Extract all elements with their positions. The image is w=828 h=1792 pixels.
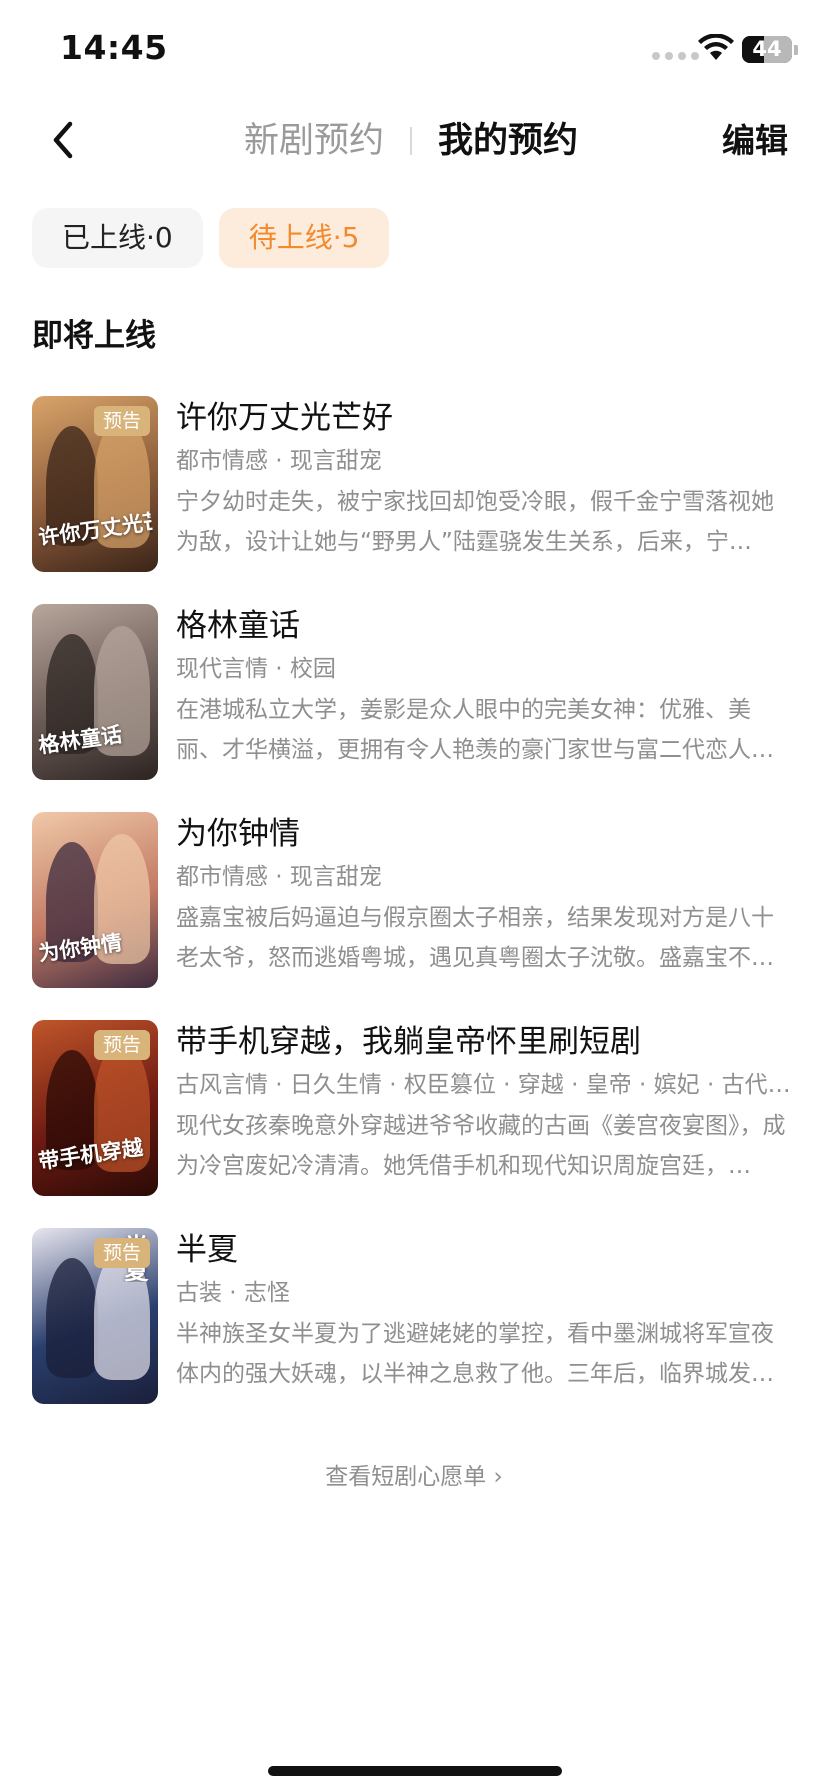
wishlist-link[interactable]: 查看短剧心愿单 › bbox=[0, 1460, 828, 1494]
drama-description: 现代女孩秦晚意外穿越进爷爷收藏的古画《姜宫夜宴图》，成为冷宫废妃冷清清。她凭借手… bbox=[176, 1113, 786, 1179]
drama-info: 半夏 古装 · 志怪 半神族圣女半夏为了逃避姥姥的掌控，看中墨渊城将军宣夜体内的… bbox=[176, 1228, 796, 1394]
home-indicator bbox=[268, 1766, 562, 1776]
drama-description: 盛嘉宝被后妈逼迫与假京圈太子相亲，结果发现对方是八十老太爷，怒而逃婚粤城，遇见真… bbox=[176, 905, 774, 971]
battery-tip bbox=[794, 45, 798, 55]
drama-tags: 古装 · 志怪 bbox=[176, 1280, 290, 1306]
drama-title: 带手机穿越，我躺皇帝怀里刷短剧 bbox=[176, 1024, 641, 1060]
nav-tabs: 新剧预约 我的预约 bbox=[244, 118, 578, 164]
tab-my-reservations[interactable]: 我的预约 bbox=[438, 118, 578, 164]
drama-poster: 半夏 预告 bbox=[32, 1228, 158, 1404]
drama-poster: 许你万丈光芒好 预告 bbox=[32, 396, 158, 572]
battery-level: 44 bbox=[752, 37, 782, 61]
drama-list: 许你万丈光芒好 预告 许你万丈光芒好 都市情感 · 现言甜宠 宁夕幼时走失，被宁… bbox=[32, 396, 796, 1436]
drama-item[interactable]: 为你钟情 为你钟情 都市情感 · 现言甜宠 盛嘉宝被后妈逼迫与假京圈太子相亲，结… bbox=[32, 812, 796, 1020]
drama-tags: 都市情感 · 现言甜宠 bbox=[176, 864, 382, 890]
drama-item[interactable]: 许你万丈光芒好 预告 许你万丈光芒好 都市情感 · 现言甜宠 宁夕幼时走失，被宁… bbox=[32, 396, 796, 604]
section-title: 即将上线 bbox=[32, 318, 156, 354]
drama-item[interactable]: 格林童话 格林童话 现代言情 · 校园 在港城私立大学，姜影是众人眼中的完美女神… bbox=[32, 604, 796, 812]
tab-new-dramas[interactable]: 新剧预约 bbox=[244, 118, 384, 164]
drama-poster: 带手机穿越 预告 bbox=[32, 1020, 158, 1196]
filter-chips: 已上线·0 待上线·5 bbox=[32, 208, 390, 268]
wifi-icon bbox=[698, 34, 734, 60]
filter-online[interactable]: 已上线·0 bbox=[32, 208, 203, 268]
drama-description: 宁夕幼时走失，被宁家找回却饱受冷眼，假千金宁雪落视她为敌，设计让她与“野男人”陆… bbox=[176, 489, 774, 555]
status-bar: 14:45 44 bbox=[0, 0, 828, 100]
drama-info: 为你钟情 都市情感 · 现言甜宠 盛嘉宝被后妈逼迫与假京圈太子相亲，结果发现对方… bbox=[176, 812, 796, 978]
chevron-left-icon bbox=[53, 121, 73, 159]
drama-tags: 现代言情 · 校园 bbox=[176, 656, 336, 682]
drama-poster: 为你钟情 bbox=[32, 812, 158, 988]
drama-title: 半夏 bbox=[176, 1232, 238, 1268]
trailer-badge: 预告 bbox=[93, 1030, 150, 1060]
drama-item[interactable]: 带手机穿越 预告 带手机穿越，我躺皇帝怀里刷短剧 古风言情 · 日久生情 · 权… bbox=[32, 1020, 796, 1228]
drama-title: 格林童话 bbox=[176, 608, 300, 644]
edit-button[interactable]: 编辑 bbox=[722, 118, 788, 164]
battery-icon: 44 bbox=[742, 36, 792, 63]
drama-info: 许你万丈光芒好 都市情感 · 现言甜宠 宁夕幼时走失，被宁家找回却饱受冷眼，假千… bbox=[176, 396, 796, 562]
drama-description: 半神族圣女半夏为了逃避姥姥的掌控，看中墨渊城将军宣夜体内的强大妖魂，以半神之息救… bbox=[176, 1321, 774, 1387]
drama-title: 许你万丈光芒好 bbox=[176, 400, 393, 436]
drama-title: 为你钟情 bbox=[176, 816, 300, 852]
drama-info: 带手机穿越，我躺皇帝怀里刷短剧 古风言情 · 日久生情 · 权臣篡位 · 穿越 … bbox=[176, 1020, 796, 1186]
signal-icon bbox=[652, 52, 699, 60]
drama-poster: 格林童话 bbox=[32, 604, 158, 780]
back-button[interactable] bbox=[44, 118, 84, 162]
status-time: 14:45 bbox=[60, 28, 168, 67]
drama-tags: 古风言情 · 日久生情 · 权臣篡位 · 穿越 · 皇帝 · 嫔妃 · 古代… bbox=[176, 1072, 791, 1098]
drama-tags: 都市情感 · 现言甜宠 bbox=[176, 448, 382, 474]
drama-item[interactable]: 半夏 预告 半夏 古装 · 志怪 半神族圣女半夏为了逃避姥姥的掌控，看中墨渊城将… bbox=[32, 1228, 796, 1436]
drama-description: 在港城私立大学，姜影是众人眼中的完美女神：优雅、美丽、才华横溢，更拥有令人艳羡的… bbox=[176, 697, 774, 763]
tab-divider bbox=[410, 127, 413, 155]
filter-upcoming[interactable]: 待上线·5 bbox=[218, 208, 390, 268]
drama-info: 格林童话 现代言情 · 校园 在港城私立大学，姜影是众人眼中的完美女神：优雅、美… bbox=[176, 604, 796, 770]
trailer-badge: 预告 bbox=[93, 406, 150, 436]
nav-bar: 新剧预约 我的预约 编辑 bbox=[0, 100, 828, 182]
trailer-badge: 预告 bbox=[93, 1238, 150, 1268]
